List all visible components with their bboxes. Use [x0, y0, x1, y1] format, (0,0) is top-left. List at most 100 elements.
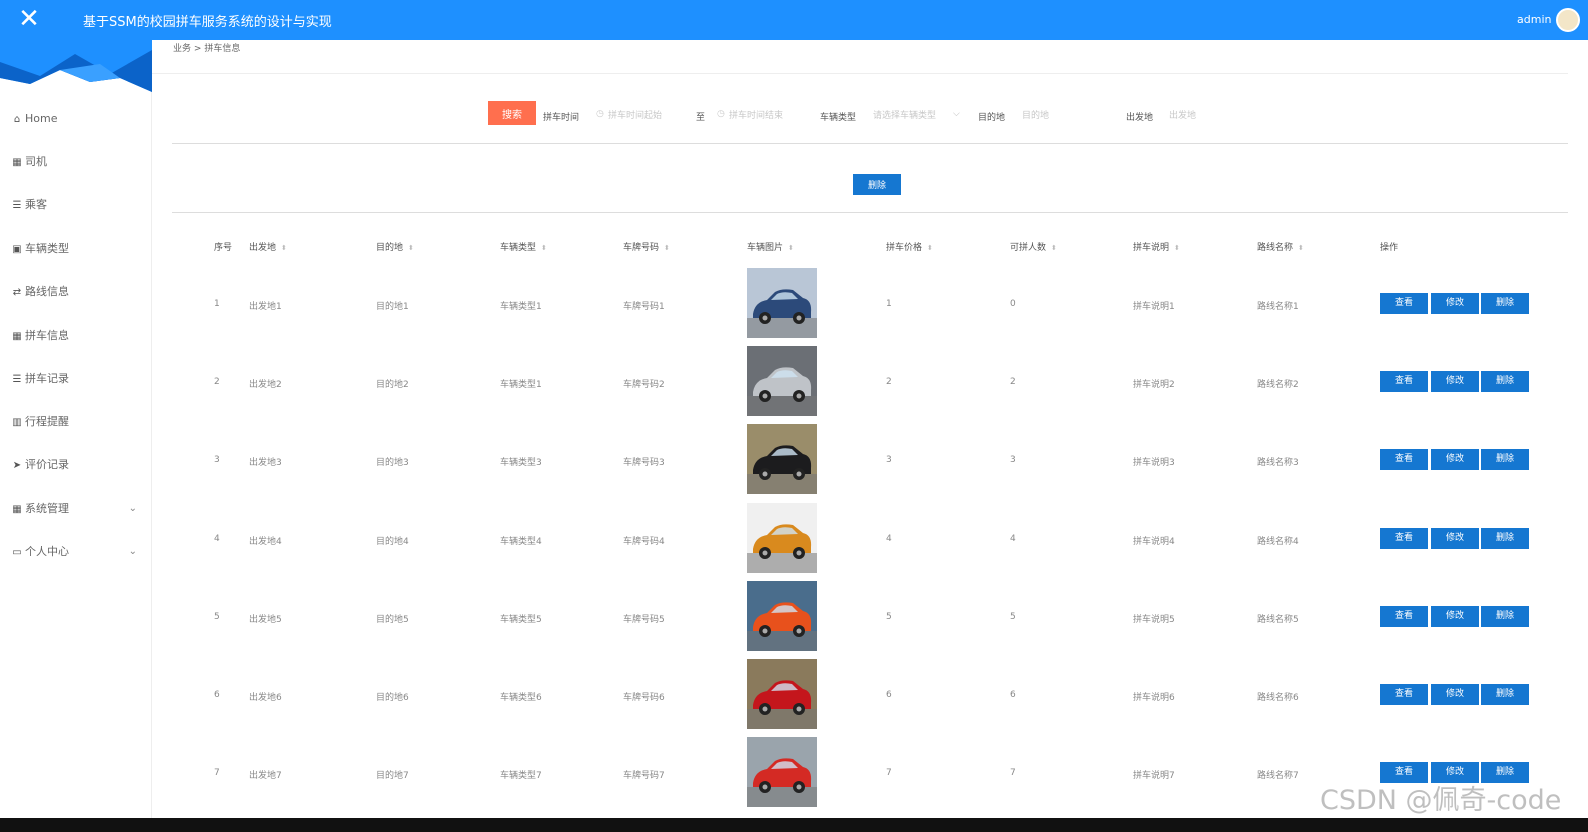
column-header[interactable]: 目的地 ⬍: [376, 240, 414, 253]
view-button[interactable]: 查看: [1380, 371, 1428, 392]
vehicle-image: [747, 737, 817, 807]
sidebar-item[interactable]: ▣ 车辆类型: [11, 238, 141, 260]
sort-icon[interactable]: ⬍: [788, 244, 794, 252]
column-header[interactable]: 可拼人数 ⬍: [1010, 240, 1057, 253]
user-name[interactable]: admin: [1517, 13, 1551, 26]
breadcrumb-root[interactable]: 业务: [173, 44, 191, 54]
sort-icon[interactable]: ⬍: [541, 244, 547, 252]
divider: [172, 212, 1568, 213]
price-cell: 2: [886, 377, 892, 387]
sidebar-item[interactable]: ▦ 拼车信息: [11, 325, 141, 347]
edit-button[interactable]: 修改: [1431, 449, 1479, 470]
search-button[interactable]: 搜索: [488, 101, 536, 125]
row-number: 3: [214, 455, 220, 465]
sidebar-item[interactable]: ➤ 评价记录: [11, 454, 141, 476]
time-end-input[interactable]: [729, 107, 809, 125]
view-button[interactable]: 查看: [1380, 606, 1428, 627]
row-number: 2: [214, 377, 220, 387]
sidebar-item[interactable]: ☰ 乘客: [11, 194, 141, 216]
column-header[interactable]: 出发地 ⬍: [249, 240, 287, 253]
delete-button[interactable]: 删除: [1481, 684, 1529, 705]
vehicle-image: [747, 268, 817, 338]
sidebar-item-label: 路线信息: [25, 285, 69, 298]
desc-cell: 拼车说明3: [1133, 458, 1175, 468]
sidebar-item[interactable]: ▦ 司机: [11, 151, 141, 173]
view-button[interactable]: 查看: [1380, 449, 1428, 470]
grid-icon: ▦: [12, 331, 22, 342]
chevron-down-icon[interactable]: ⌄: [129, 498, 137, 520]
column-header[interactable]: 车牌号码 ⬍: [623, 240, 670, 253]
sidebar-item[interactable]: ⇄ 路线信息: [11, 281, 141, 303]
time-start-input[interactable]: [608, 107, 688, 125]
origin-cell: 出发地5: [249, 615, 282, 625]
chevron-down-icon[interactable]: ⌵: [953, 109, 960, 119]
app-title: 基于SSM的校园拼车服务系统的设计与实现: [83, 15, 332, 30]
delete-button[interactable]: 删除: [1481, 606, 1529, 627]
delete-button[interactable]: 删除: [1481, 449, 1529, 470]
edit-button[interactable]: 修改: [1431, 684, 1479, 705]
dest-input[interactable]: [1022, 107, 1112, 125]
delete-button[interactable]: 删除: [1481, 371, 1529, 392]
delete-button[interactable]: 删除: [1481, 293, 1529, 314]
avatar[interactable]: [1556, 8, 1580, 32]
dest-cell: 目的地7: [376, 771, 409, 781]
chevron-down-icon[interactable]: ⌄: [129, 541, 137, 563]
dest-cell: 目的地4: [376, 537, 409, 547]
view-button[interactable]: 查看: [1380, 528, 1428, 549]
price-cell: 6: [886, 690, 892, 700]
dest-label: 目的地: [978, 113, 1006, 123]
edit-button[interactable]: 修改: [1431, 293, 1479, 314]
sidebar-item[interactable]: ▥ 行程提醒: [11, 411, 141, 433]
sidebar-item[interactable]: ▭ 个人中心 ⌄: [11, 541, 141, 563]
plate-cell: 车牌号码6: [623, 693, 665, 703]
sort-icon[interactable]: ⬍: [664, 244, 670, 252]
seats-cell: 3: [1010, 455, 1016, 465]
sidebar-item-label: 乘客: [25, 198, 47, 211]
delete-button[interactable]: 删除: [1481, 528, 1529, 549]
type-label: 车辆类型: [820, 113, 857, 123]
vehicle-image: [747, 659, 817, 729]
vehicle-type-select[interactable]: [873, 107, 951, 125]
edit-button[interactable]: 修改: [1431, 528, 1479, 549]
seats-cell: 2: [1010, 377, 1016, 387]
bulk-delete-button[interactable]: 删除: [853, 174, 901, 195]
price-cell: 7: [886, 768, 892, 778]
sort-icon[interactable]: ⬍: [927, 244, 933, 252]
column-header-label: 车牌号码: [623, 243, 660, 253]
route-icon: ⇄: [12, 287, 22, 298]
sidebar-item-label: 拼车信息: [25, 329, 69, 342]
sort-icon[interactable]: ⬍: [408, 244, 414, 252]
sort-icon[interactable]: ⬍: [281, 244, 287, 252]
route-cell: 路线名称6: [1257, 693, 1299, 703]
sidebar-item-label: 车辆类型: [25, 242, 69, 255]
plate-cell: 车牌号码4: [623, 537, 665, 547]
route-cell: 路线名称5: [1257, 615, 1299, 625]
column-header-label: 目的地: [376, 243, 404, 253]
column-header[interactable]: 拼车价格 ⬍: [886, 240, 933, 253]
sidebar-item-label: 个人中心: [25, 545, 69, 558]
column-header[interactable]: 拼车说明 ⬍: [1133, 240, 1180, 253]
edit-button[interactable]: 修改: [1431, 371, 1479, 392]
vehicle-image: [747, 346, 817, 416]
desc-cell: 拼车说明2: [1133, 380, 1175, 390]
sort-icon[interactable]: ⬍: [1298, 244, 1304, 252]
sidebar-item[interactable]: ☰ 拼车记录: [11, 368, 141, 390]
row-number: 5: [214, 612, 220, 622]
send-icon: ➤: [12, 460, 22, 471]
column-header[interactable]: 路线名称 ⬍: [1257, 240, 1304, 253]
close-icon[interactable]: ✕: [14, 4, 44, 34]
view-button[interactable]: 查看: [1380, 684, 1428, 705]
column-header[interactable]: 车辆图片 ⬍: [747, 240, 794, 253]
sidebar-item-label: 评价记录: [25, 458, 69, 471]
sidebar-item[interactable]: ⌂ Home: [11, 108, 141, 130]
vehicle-type-cell: 车辆类型5: [500, 615, 542, 625]
origin-input[interactable]: [1169, 107, 1259, 125]
view-button[interactable]: 查看: [1380, 293, 1428, 314]
route-cell: 路线名称7: [1257, 771, 1299, 781]
sidebar-item[interactable]: ▦ 系统管理 ⌄: [11, 498, 141, 520]
sort-icon[interactable]: ⬍: [1174, 244, 1180, 252]
edit-button[interactable]: 修改: [1431, 606, 1479, 627]
column-header[interactable]: 车辆类型 ⬍: [500, 240, 547, 253]
row-number: 1: [214, 299, 220, 309]
sort-icon[interactable]: ⬍: [1051, 244, 1057, 252]
